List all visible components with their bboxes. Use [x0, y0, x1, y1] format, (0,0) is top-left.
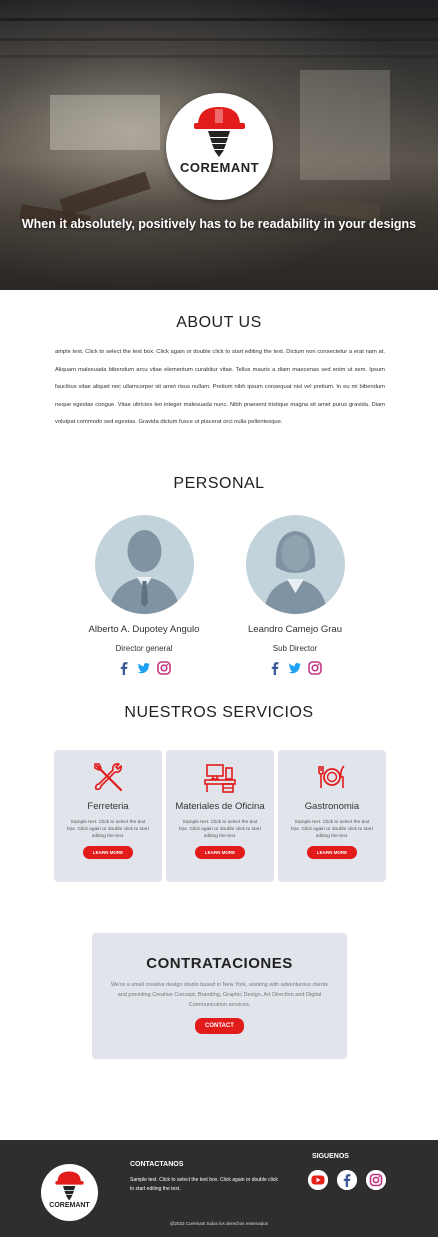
instagram-icon[interactable] [157, 661, 171, 675]
person-social-links [220, 661, 370, 675]
facebook-icon[interactable] [268, 661, 282, 675]
instagram-icon[interactable] [366, 1170, 386, 1190]
contract-section: CONTRATACIONES We're a small creative de… [92, 933, 347, 1059]
person-card: Alberto A. Dupotey Angulo Director gener… [69, 515, 219, 675]
service-card-gastronomia: Gastronomia Sample text. Click to select… [278, 750, 386, 882]
about-body-text: ample text. Click to select the text box… [55, 349, 385, 425]
hero-ceiling-beam [0, 55, 438, 58]
footer-contact-text: Sample text. Click to select the text bo… [130, 1177, 278, 1192]
female-avatar-icon [263, 531, 327, 614]
service-title: Ferreteria [87, 801, 129, 812]
logo-wordmark: COREMANT [179, 160, 260, 175]
twitter-icon[interactable] [288, 661, 302, 675]
facebook-icon[interactable] [117, 661, 131, 675]
service-card-oficina: Materiales de Oficina Sample text. Click… [166, 750, 274, 882]
contract-heading: CONTRATACIONES [146, 955, 293, 972]
hardhat-screw-icon [55, 1171, 84, 1201]
instagram-icon[interactable] [308, 661, 322, 675]
service-text: Sample text. Click to select the text bo… [291, 820, 373, 839]
contact-button[interactable]: CONTACT [195, 1018, 244, 1034]
contract-text: We're a small creative design studio bas… [110, 982, 329, 1008]
person-card: Leandro Camejo Grau Sub Director [220, 515, 370, 675]
footer: COREMANT CONTACTANOS Sample text. Click … [0, 1140, 438, 1237]
service-title: Materiales de Oficina [175, 801, 265, 812]
dining-icon [318, 765, 345, 788]
hardhat-screw-icon [194, 107, 245, 157]
youtube-icon[interactable] [308, 1170, 328, 1190]
footer-contact-heading: CONTACTANOS [130, 1161, 184, 1168]
learn-more-button[interactable]: LEARN MORE [194, 846, 246, 859]
hero-wall-panel [300, 70, 390, 180]
male-avatar [94, 515, 194, 614]
twitter-icon[interactable] [137, 661, 151, 675]
facebook-icon[interactable] [337, 1170, 357, 1190]
personal-heading: PERSONAL [173, 475, 265, 492]
hero-ceiling-beam [0, 18, 438, 21]
about-heading: ABOUT US [176, 314, 262, 331]
tools-icon [94, 763, 123, 792]
hero-title: When it absolutely, positively has to be… [21, 217, 417, 231]
person-social-links [69, 661, 219, 675]
footer-social-heading: SIGUENOS [312, 1153, 349, 1160]
service-text: Sample text. Click to select the text bo… [67, 820, 149, 839]
service-text: Sample text. Click to select the text bo… [179, 820, 261, 839]
office-desk-icon [204, 764, 236, 793]
hero-ceiling-beam [0, 38, 438, 41]
person-name: Alberto A. Dupotey Angulo [88, 624, 200, 635]
footer-logo[interactable]: COREMANT [41, 1164, 98, 1221]
hero-banner: COREMANT When it absolutely, positively … [0, 0, 438, 290]
person-role: Sub Director [272, 644, 318, 653]
learn-more-button[interactable]: LEARN MORE [82, 846, 134, 859]
footer-copyright: @2023 Coremant todos los derechos reserv… [169, 1221, 269, 1226]
hero-debris [59, 171, 151, 217]
service-card-ferreteria: Ferreteria Sample text. Click to select … [54, 750, 162, 882]
person-name: Leandro Camejo Grau [248, 624, 342, 635]
hero-logo[interactable]: COREMANT [166, 93, 273, 200]
person-role: Director general [115, 644, 173, 653]
female-avatar [245, 515, 345, 614]
footer-logo-wordmark: COREMANT [49, 1202, 90, 1209]
services-heading: NUESTROS SERVICIOS [124, 704, 314, 721]
service-title: Gastronomia [304, 801, 360, 812]
hero-window-light [50, 95, 160, 150]
learn-more-button[interactable]: LEARN MORE [306, 846, 358, 859]
male-avatar-icon [108, 530, 180, 614]
